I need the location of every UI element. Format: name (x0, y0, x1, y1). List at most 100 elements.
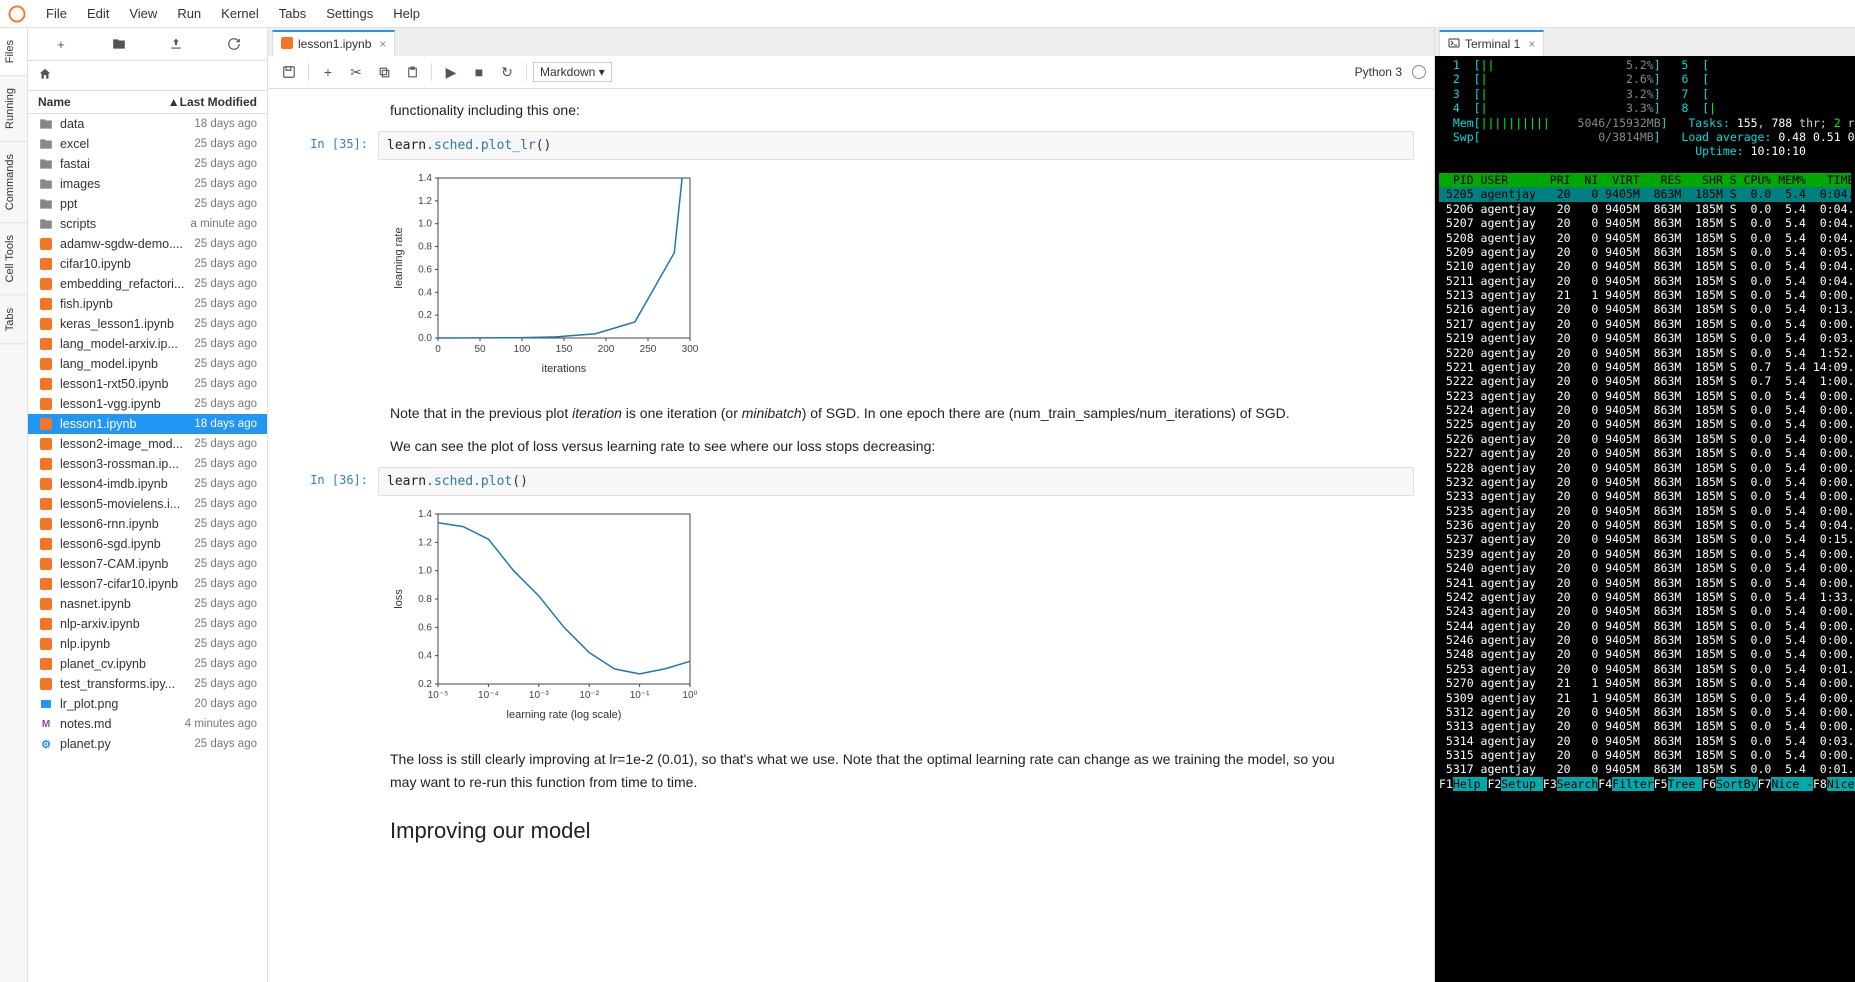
file-row[interactable]: cifar10.ipynb25 days ago (28, 254, 267, 274)
menu-view[interactable]: View (119, 2, 167, 25)
menu-file[interactable]: File (36, 2, 77, 25)
file-row[interactable]: nlp.ipynb25 days ago (28, 634, 267, 654)
left-tab-running[interactable]: Running (0, 76, 27, 142)
name-column-header[interactable]: Name (38, 95, 164, 109)
left-tab-cell-tools[interactable]: Cell Tools (0, 223, 27, 296)
nb-icon (38, 678, 54, 690)
file-row[interactable]: embedding_refactori...25 days ago (28, 274, 267, 294)
svg-text:0.4: 0.4 (418, 651, 432, 662)
menu-edit[interactable]: Edit (77, 2, 119, 25)
tab-label: lesson1.ipynb (298, 37, 371, 51)
add-cell-button[interactable]: + (315, 60, 341, 84)
tab-lesson1[interactable]: lesson1.ipynb × (272, 30, 395, 56)
file-row[interactable]: lesson6-rnn.ipynb25 days ago (28, 514, 267, 534)
file-modified: 25 days ago (194, 658, 257, 670)
file-modified: a minute ago (191, 218, 258, 230)
file-row[interactable]: adamw-sgdw-demo....25 days ago (28, 234, 267, 254)
menu-tabs[interactable]: Tabs (269, 2, 316, 25)
new-folder-button[interactable] (107, 34, 131, 54)
run-button[interactable]: ▶ (438, 60, 464, 84)
close-icon[interactable]: × (379, 37, 386, 51)
file-row[interactable]: fish.ipynb25 days ago (28, 294, 267, 314)
code-input[interactable]: learn.sched.plot_lr() (378, 131, 1414, 160)
file-row[interactable]: images25 days ago (28, 174, 267, 194)
file-row[interactable]: lesson7-cifar10.ipynb25 days ago (28, 574, 267, 594)
tab-terminal-1[interactable]: Terminal 1 × (1439, 30, 1544, 56)
file-list[interactable]: data18 days agoexcel25 days agofastai25 … (28, 114, 267, 982)
svg-text:iterations: iterations (542, 363, 587, 375)
close-icon[interactable]: × (1528, 37, 1535, 51)
refresh-button[interactable] (222, 34, 246, 54)
celltype-select[interactable]: Markdown ▾ (533, 62, 612, 82)
file-row[interactable]: ⚙planet.py25 days ago (28, 734, 267, 754)
file-row[interactable]: lang_model-arxiv.ip...25 days ago (28, 334, 267, 354)
left-tab-tabs[interactable]: Tabs (0, 296, 27, 344)
file-row[interactable]: test_transforms.ipy...25 days ago (28, 674, 267, 694)
file-row[interactable]: lesson6-sgd.ipynb25 days ago (28, 534, 267, 554)
file-name: ppt (60, 197, 194, 211)
kernel-name[interactable]: Python 3 (1355, 65, 1410, 79)
cut-button[interactable]: ✂ (343, 60, 369, 84)
file-modified: 25 days ago (194, 158, 257, 170)
file-row[interactable]: lr_plot.png20 days ago (28, 694, 267, 714)
file-row[interactable]: lang_model.ipynb25 days ago (28, 354, 267, 374)
save-button[interactable] (276, 60, 302, 84)
file-list-header[interactable]: Name ▲ Last Modified (28, 91, 267, 114)
file-modified: 25 days ago (194, 478, 257, 490)
copy-button[interactable] (371, 60, 397, 84)
menu-kernel[interactable]: Kernel (211, 2, 269, 25)
svg-text:1.2: 1.2 (418, 196, 432, 207)
file-name: nasnet.ipynb (60, 597, 194, 611)
file-row[interactable]: keras_lesson1.ipynb25 days ago (28, 314, 267, 334)
menu-run[interactable]: Run (167, 2, 211, 25)
menu-settings[interactable]: Settings (316, 2, 383, 25)
file-row[interactable]: ppt25 days ago (28, 194, 267, 214)
file-row[interactable]: lesson1-vgg.ipynb25 days ago (28, 394, 267, 414)
md-icon: M (38, 719, 54, 730)
file-row[interactable]: lesson5-movielens.i...25 days ago (28, 494, 267, 514)
breadcrumb[interactable] (28, 61, 267, 91)
svg-text:100: 100 (514, 344, 531, 355)
notebook-body[interactable]: functionality including this one: In [35… (268, 89, 1434, 982)
kernel-status-icon[interactable] (1412, 65, 1426, 79)
file-row[interactable]: scriptsa minute ago (28, 214, 267, 234)
svg-text:1.4: 1.4 (418, 509, 432, 520)
file-row[interactable]: fastai25 days ago (28, 154, 267, 174)
stop-button[interactable]: ■ (466, 60, 492, 84)
file-name: lr_plot.png (60, 697, 194, 711)
svg-text:50: 50 (474, 344, 486, 355)
file-name: cifar10.ipynb (60, 257, 194, 271)
modified-column-header[interactable]: Last Modified (180, 95, 257, 109)
file-row[interactable]: lesson2-image_mod...25 days ago (28, 434, 267, 454)
left-tab-commands[interactable]: Commands (0, 142, 27, 223)
file-row[interactable]: excel25 days ago (28, 134, 267, 154)
file-row[interactable]: nasnet.ipynb25 days ago (28, 594, 267, 614)
file-row[interactable]: nlp-arxiv.ipynb25 days ago (28, 614, 267, 634)
file-name: lang_model-arxiv.ip... (60, 337, 194, 351)
terminal-body[interactable]: 1 [|| 5.2%] 5 [ 0.6%] 2 [| 2.6%] 6 [ 0.0… (1435, 56, 1855, 982)
code-input[interactable]: learn.sched.plot() (378, 467, 1414, 496)
file-row[interactable]: data18 days ago (28, 114, 267, 134)
menubar: FileEditViewRunKernelTabsSettingsHelp (0, 0, 1855, 28)
nb-icon (38, 338, 54, 350)
upload-button[interactable] (164, 34, 188, 54)
file-name: lesson3-rossman.ip... (60, 457, 194, 471)
file-row[interactable]: lesson3-rossman.ip...25 days ago (28, 454, 267, 474)
restart-button[interactable]: ↻ (494, 60, 520, 84)
new-launcher-button[interactable]: + (49, 34, 73, 54)
menu-help[interactable]: Help (383, 2, 430, 25)
paste-button[interactable] (399, 60, 425, 84)
file-row[interactable]: lesson1-rxt50.ipynb25 days ago (28, 374, 267, 394)
file-row[interactable]: lesson1.ipynb18 days ago (28, 414, 267, 434)
file-row[interactable]: lesson4-imdb.ipynb25 days ago (28, 474, 267, 494)
file-row[interactable]: lesson7-CAM.ipynb25 days ago (28, 554, 267, 574)
svg-text:10⁰: 10⁰ (682, 690, 697, 701)
nb-icon (38, 538, 54, 550)
file-row[interactable]: Mnotes.md4 minutes ago (28, 714, 267, 734)
file-name: excel (60, 137, 194, 151)
file-modified: 25 days ago (194, 298, 257, 310)
py-icon: ⚙ (38, 738, 54, 751)
plot-loss: 0.20.40.60.81.01.21.410⁻⁵10⁻⁴10⁻³10⁻²10⁻… (390, 504, 1414, 724)
file-row[interactable]: planet_cv.ipynb25 days ago (28, 654, 267, 674)
left-tab-files[interactable]: Files (0, 28, 27, 76)
